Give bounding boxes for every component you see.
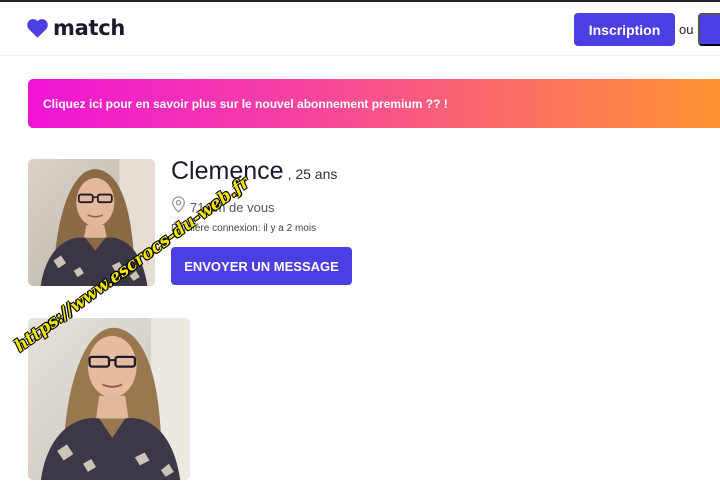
profile-age: , 25 ans <box>287 166 338 182</box>
premium-banner[interactable]: Cliquez ici pour en savoir plus sur le n… <box>28 79 720 128</box>
send-message-button[interactable]: ENVOYER UN MESSAGE <box>171 247 352 285</box>
logo-text: match <box>53 16 125 40</box>
signup-button[interactable]: Inscription <box>574 13 675 46</box>
profile-gallery-photo[interactable] <box>28 318 190 480</box>
premium-banner-text: Cliquez ici pour en savoir plus sur le n… <box>43 96 448 111</box>
or-separator: ou <box>679 22 694 37</box>
match-logo[interactable]: match <box>27 17 125 39</box>
heart-icon <box>27 18 48 38</box>
login-button[interactable] <box>698 13 720 46</box>
site-header: match Inscription ou <box>0 2 720 56</box>
profile-name-row: Clemence , 25 ans <box>171 157 337 186</box>
